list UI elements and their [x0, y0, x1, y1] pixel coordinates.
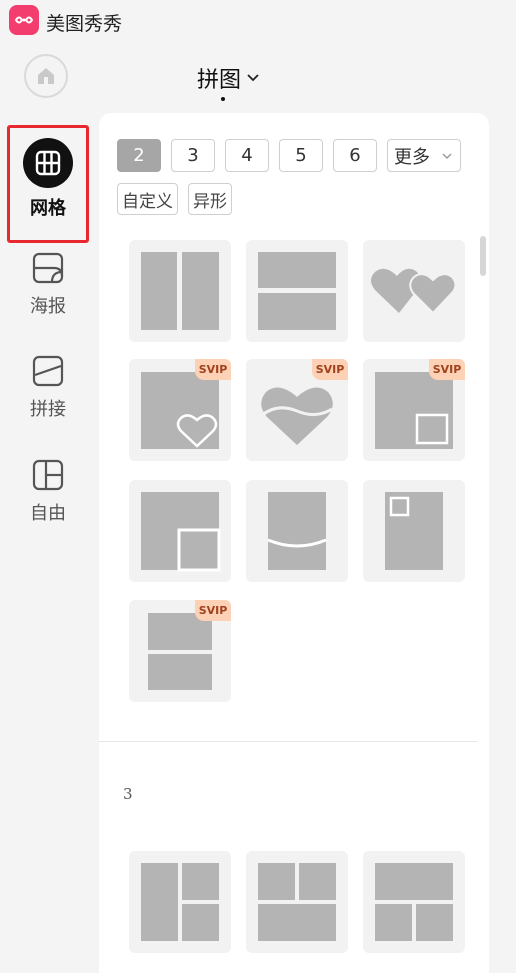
page-title-dropdown[interactable]: 拼图: [197, 62, 259, 94]
sidebar-item-freeform[interactable]: 自由: [9, 457, 87, 525]
layout-top-two-bottom-one-icon: [258, 863, 336, 941]
template-top-one-bottom-two[interactable]: [363, 851, 465, 953]
count-tab-5[interactable]: 5: [279, 139, 323, 172]
layout-small-inset-icon: [385, 492, 443, 570]
photo-count-tabs: 2 3 4 5 6 更多: [117, 139, 471, 172]
title-indicator-dot: [221, 97, 225, 101]
irregular-tab[interactable]: 异形: [188, 183, 232, 215]
chevron-down-icon: [442, 153, 452, 159]
layout-two-hearts-icon: [371, 268, 457, 315]
layout-two-rows-icon: [258, 252, 336, 330]
template-two-hearts[interactable]: [363, 240, 465, 342]
layout-top-one-bottom-two-icon: [375, 863, 453, 941]
poster-icon: [30, 250, 66, 286]
sidebar-item-label: 自由: [30, 503, 66, 524]
layout-left-big-right-two-icon: [141, 863, 219, 941]
template-curved-split[interactable]: [246, 480, 348, 582]
home-button[interactable]: [24, 54, 68, 98]
svip-badge: SVIP: [429, 359, 465, 380]
count-tab-6[interactable]: 6: [333, 139, 377, 172]
meitu-logo-icon: [9, 5, 39, 35]
svip-badge: SVIP: [312, 359, 348, 380]
section-divider: [99, 741, 477, 742]
freeform-icon: [30, 457, 66, 493]
count-tab-4[interactable]: 4: [225, 139, 269, 172]
svip-badge: SVIP: [195, 600, 231, 621]
layout-curved-split-icon: [267, 492, 327, 570]
template-two-columns[interactable]: [129, 240, 231, 342]
section-label-3: 3: [123, 785, 133, 803]
shape-tabs: 自定义 异形: [117, 183, 242, 215]
template-panel: 2 3 4 5 6 更多 自定义 异形 SVIP SVIP SVIP SVIP …: [99, 113, 489, 973]
template-heart-wave[interactable]: SVIP: [246, 359, 348, 461]
count-tab-2[interactable]: 2: [117, 139, 161, 172]
chevron-down-icon: [247, 74, 259, 82]
template-corner-inset[interactable]: [129, 480, 231, 582]
template-small-inset[interactable]: [363, 480, 465, 582]
sidebar-item-grid[interactable]: 网格: [9, 138, 87, 220]
template-heart-inset[interactable]: SVIP: [129, 359, 231, 461]
home-icon: [38, 68, 54, 84]
title-bar: 美图秀秀: [0, 0, 516, 40]
sidebar-item-label: 拼接: [30, 399, 66, 420]
sidebar-item-poster[interactable]: 海报: [9, 250, 87, 318]
more-label: 更多: [394, 146, 430, 168]
layout-corner-inset-icon: [141, 492, 221, 572]
template-top-two-bottom-one[interactable]: [246, 851, 348, 953]
scrollbar-thumb[interactable]: [480, 236, 486, 276]
app-name: 美图秀秀: [46, 13, 123, 35]
custom-tab[interactable]: 自定义: [117, 183, 178, 215]
layout-two-columns-icon: [141, 252, 219, 330]
count-tab-3[interactable]: 3: [171, 139, 215, 172]
sidebar-item-label: 海报: [30, 296, 66, 317]
template-two-rows[interactable]: [246, 240, 348, 342]
stitch-icon: [30, 353, 66, 389]
svip-badge: SVIP: [195, 359, 231, 380]
template-square-inset[interactable]: SVIP: [363, 359, 465, 461]
sidebar-item-stitch[interactable]: 拼接: [9, 353, 87, 421]
page-title: 拼图: [197, 68, 242, 93]
template-left-big-right-two[interactable]: [129, 851, 231, 953]
template-stacked-rows[interactable]: SVIP: [129, 600, 231, 702]
more-dropdown[interactable]: 更多: [387, 139, 461, 172]
sidebar-item-label: 网格: [30, 198, 66, 219]
grid-icon: [23, 138, 73, 188]
